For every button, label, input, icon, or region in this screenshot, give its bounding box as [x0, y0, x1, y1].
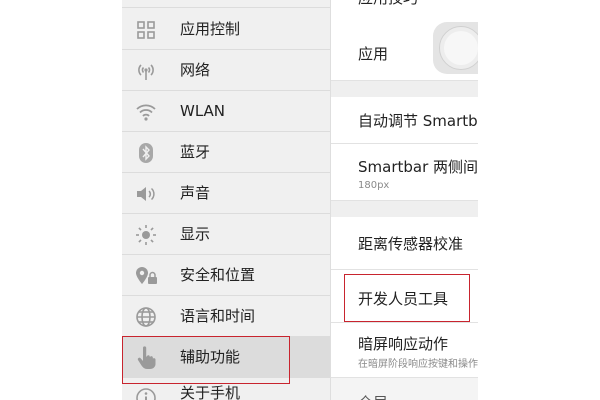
sidebar-item-wlan[interactable]: WLAN [122, 91, 330, 132]
sidebar-item-label: 蓝牙 [180, 143, 211, 161]
sidebar-item-network[interactable]: 网络 [122, 50, 330, 91]
developer-tools-row[interactable]: 开发人员工具 [331, 270, 478, 323]
sidebar-item-label: 声音 [180, 184, 211, 202]
hand-pointer-icon [134, 346, 158, 370]
smartbar-spacing-value: 180px [358, 180, 390, 191]
apps-grid-icon [134, 18, 158, 42]
dark-screen-action-subtitle: 在暗屏阶段响应按键和操作 [358, 359, 478, 370]
accessibility-detail-pane: 应用技巧 应用 自动调节 Smartbar Smartbar 两侧间距 180p… [330, 0, 478, 400]
lock-location-icon [134, 264, 158, 288]
sidebar-top-divider [122, 0, 330, 8]
app-row-title: 应用 [358, 45, 389, 63]
app-toggle[interactable] [433, 22, 478, 74]
sidebar-item-bluetooth[interactable]: 蓝牙 [122, 132, 330, 173]
sidebar-item-display[interactable]: 显示 [122, 214, 330, 255]
brightness-icon [134, 223, 158, 247]
antenna-icon [134, 59, 158, 83]
sidebar-item-label: WLAN [180, 102, 226, 120]
global-row[interactable]: 全局 [331, 384, 478, 400]
smartbar-auto-row[interactable]: 自动调节 Smartbar [331, 97, 478, 144]
sidebar-item-label: 应用控制 [180, 20, 241, 38]
speaker-icon [134, 182, 158, 206]
developer-tools-title: 开发人员工具 [358, 290, 449, 308]
sidebar-item-label: 辅助功能 [180, 348, 241, 366]
sidebar-item-label: 网络 [180, 61, 211, 79]
toggle-knob [439, 26, 478, 70]
dark-screen-action-row[interactable]: 暗屏响应动作 在暗屏阶段响应按键和操作 [331, 323, 478, 378]
sidebar-item-label: 语言和时间 [180, 307, 256, 325]
smartbar-spacing-title: Smartbar 两侧间距 [358, 158, 478, 176]
sidebar-item-label: 关于手机 [180, 384, 241, 400]
global-row-title: 全局 [358, 392, 388, 400]
sidebar-item-security-location[interactable]: 安全和位置 [122, 255, 330, 296]
sidebar-item-label: 安全和位置 [180, 266, 256, 284]
dark-screen-action-title: 暗屏响应动作 [358, 335, 449, 353]
bluetooth-icon [134, 141, 158, 165]
globe-icon [134, 305, 158, 329]
sidebar-item-about-phone[interactable]: 关于手机 [122, 378, 330, 400]
section-gap [331, 81, 478, 97]
section-gap [331, 201, 478, 217]
sidebar-item-app-control[interactable]: 应用控制 [122, 9, 330, 50]
smartbar-spacing-row[interactable]: Smartbar 两侧间距 180px [331, 144, 478, 201]
app-row[interactable]: 应用 [331, 9, 478, 81]
info-icon [134, 386, 158, 400]
sidebar-item-accessibility[interactable]: 辅助功能 [122, 337, 330, 378]
app-tips-row[interactable]: 应用技巧 [331, 0, 478, 9]
sidebar-item-language-time[interactable]: 语言和时间 [122, 296, 330, 337]
sidebar-item-label: 显示 [180, 225, 211, 243]
sidebar-item-sound[interactable]: 声音 [122, 173, 330, 214]
wifi-icon [134, 100, 158, 124]
settings-sidebar: 应用控制 网络 WLAN 蓝牙 声音 显示 安全和位置 语言和时间 辅助功能 关… [122, 0, 330, 400]
app-tips-title: 应用技巧 [358, 0, 418, 8]
proximity-calibration-row[interactable]: 距离传感器校准 [331, 217, 478, 270]
proximity-calibration-title: 距离传感器校准 [358, 235, 464, 253]
smartbar-auto-title: 自动调节 Smartbar [358, 112, 478, 130]
